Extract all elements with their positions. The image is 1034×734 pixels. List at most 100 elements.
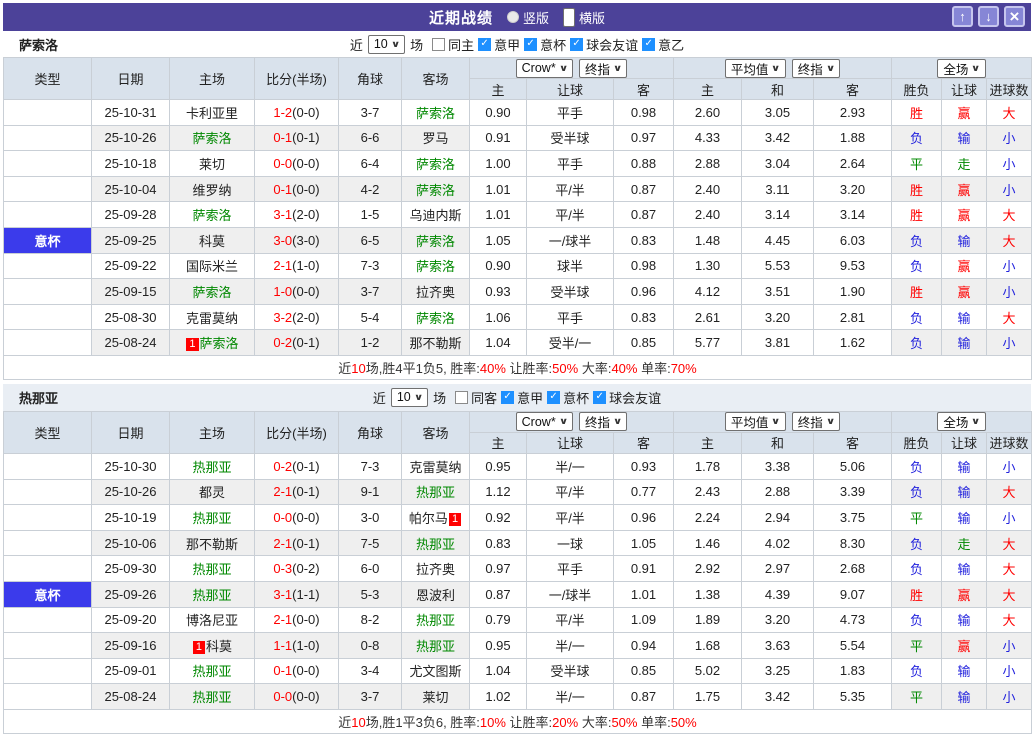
date-cell: 25-09-30 bbox=[91, 555, 170, 582]
summary-segment: 40% bbox=[611, 360, 638, 376]
crow-handicap-cell: 平/半 bbox=[526, 504, 614, 531]
avg-draw-cell: 3.11 bbox=[741, 175, 814, 203]
table-row: 意甲 25-10-19 热那亚 0-0(0-0) 3-0 帕尔马 1 0.92 平/半 0.96 2… bbox=[3, 504, 1033, 531]
handicap-result-cell: 赢 bbox=[941, 278, 987, 305]
goals-result-cell: 大 bbox=[985, 201, 1033, 228]
corner-cell: 0-8 bbox=[338, 632, 402, 659]
team-name: 萨索洛 bbox=[192, 208, 232, 224]
league-type-cell: 意甲 bbox=[3, 303, 92, 331]
move-up-button[interactable]: ↑ bbox=[952, 6, 973, 27]
league-type-cell: 意甲 bbox=[3, 504, 92, 531]
halftime-score: (0-0) bbox=[292, 689, 320, 705]
fulltime-score: 3-1 bbox=[273, 207, 293, 223]
checkbox-icon[interactable]: ✓ bbox=[570, 37, 584, 51]
close-button[interactable]: × bbox=[1004, 6, 1025, 27]
team-name: 克雷莫纳 bbox=[409, 459, 462, 475]
checkbox-icon[interactable]: ✓ bbox=[547, 390, 561, 404]
away-team-cell: 萨索洛 bbox=[401, 226, 470, 254]
bookmaker-select[interactable]: Crow* ∨ bbox=[515, 412, 574, 432]
away-team-cell: 帕尔马 1 bbox=[401, 504, 470, 531]
filter-checkbox[interactable]: ✓ 意杯 bbox=[524, 35, 566, 54]
date-cell: 25-09-25 bbox=[91, 226, 170, 254]
fulltime-score: 2-1 bbox=[273, 484, 293, 500]
score-cell: 2-1(0-1) bbox=[254, 529, 339, 557]
col-header-avg-home: 主 bbox=[673, 78, 742, 100]
checkbox-icon[interactable] bbox=[432, 37, 446, 51]
team-name: 博洛尼亚 bbox=[185, 613, 238, 629]
match-count-select[interactable]: 10 ∨ bbox=[367, 34, 406, 54]
checkbox-icon[interactable] bbox=[455, 390, 469, 404]
home-team-cell: 萨索洛 bbox=[169, 201, 255, 228]
radio-vertical-layout[interactable]: 竖版 bbox=[506, 8, 549, 27]
handicap-result-cell: 输 bbox=[941, 124, 987, 152]
halftime-score: (0-0) bbox=[292, 104, 320, 120]
crow-away-odds-cell: 0.87 bbox=[613, 201, 674, 228]
section-summary: 近10场,胜4平1负5, 胜率:40% 让胜率:50% 大率:40% 单率:70… bbox=[2, 354, 1033, 380]
fulltime-score: 0-0 bbox=[273, 155, 293, 171]
filter-checkbox[interactable]: 同客 bbox=[455, 388, 497, 407]
match-count-select[interactable]: 10 ∨ bbox=[390, 387, 429, 407]
crow-handicap-cell: 平/半 bbox=[526, 606, 614, 634]
checkbox-icon[interactable]: ✓ bbox=[501, 390, 515, 404]
checkbox-icon[interactable]: ✓ bbox=[478, 37, 492, 51]
col-header-crow-away: 客 bbox=[613, 78, 674, 100]
radio-horizontal-layout[interactable]: 横版 bbox=[563, 7, 605, 27]
filter-checkbox[interactable]: ✓ 球会友谊 bbox=[593, 388, 661, 407]
checkbox-icon[interactable]: ✓ bbox=[524, 37, 538, 51]
crow-home-odds-cell: 0.90 bbox=[469, 252, 527, 280]
chevron-down-icon: ∨ bbox=[413, 391, 424, 402]
avg-home-cell: 1.89 bbox=[673, 606, 742, 634]
fulltime-select[interactable]: 全场 ∨ bbox=[937, 412, 986, 432]
col-header-type: 类型 bbox=[3, 57, 92, 100]
team-name: 科莫 bbox=[198, 233, 225, 249]
away-team-cell: 尤文图斯 bbox=[401, 657, 470, 685]
checkbox-label: 同客 bbox=[471, 390, 498, 406]
halftime-score: (0-0) bbox=[292, 612, 320, 628]
date-cell: 25-10-06 bbox=[91, 529, 170, 557]
average-select[interactable]: 平均值 ∨ bbox=[724, 58, 786, 78]
filter-checkbox[interactable]: 同主 bbox=[432, 35, 474, 54]
filter-checkbox[interactable]: ✓ 意甲 bbox=[478, 35, 520, 54]
home-team-cell: 维罗纳 bbox=[169, 175, 255, 203]
final-odds-select[interactable]: 终指 ∨ bbox=[791, 58, 841, 78]
average-select[interactable]: 平均值 ∨ bbox=[724, 412, 786, 432]
team-name: 萨索洛 bbox=[415, 233, 455, 249]
radio-icon[interactable] bbox=[506, 11, 519, 23]
col-header-goals: 进球数 bbox=[985, 431, 1033, 454]
team-name: 热那亚 bbox=[192, 459, 232, 475]
radio-selected-icon[interactable] bbox=[563, 7, 575, 27]
fulltime-score: 2-1 bbox=[273, 535, 293, 551]
filter-checkbox[interactable]: ✓ 球会友谊 bbox=[570, 35, 638, 54]
score-cell: 0-0(0-0) bbox=[254, 150, 339, 177]
col-header-crow-away: 客 bbox=[613, 431, 674, 454]
date-cell: 25-08-24 bbox=[91, 329, 170, 356]
filter-checkbox[interactable]: ✓ 意甲 bbox=[501, 388, 543, 407]
away-team-cell: 拉齐奥 bbox=[401, 278, 470, 305]
final-odds-select[interactable]: 终指 ∨ bbox=[579, 58, 628, 78]
crow-handicap-cell: 平手 bbox=[526, 303, 614, 331]
goals-result-cell: 小 bbox=[985, 329, 1033, 356]
bookmaker-select[interactable]: Crow* ∨ bbox=[515, 58, 574, 78]
final-odds-select[interactable]: 终指 ∨ bbox=[791, 412, 841, 432]
checkbox-icon[interactable]: ✓ bbox=[642, 37, 656, 51]
halftime-score: (3-0) bbox=[292, 232, 320, 248]
filter-checkbox[interactable]: ✓ 意杯 bbox=[547, 388, 589, 407]
avg-away-cell: 9.53 bbox=[813, 252, 892, 280]
col-header-type: 类型 bbox=[3, 410, 92, 454]
final-odds-select[interactable]: 终指 ∨ bbox=[579, 412, 628, 432]
goals-result-cell: 小 bbox=[985, 150, 1033, 177]
home-team-cell: 莱切 bbox=[169, 150, 255, 177]
league-type-cell: 意甲 bbox=[3, 683, 92, 710]
fulltime-select[interactable]: 全场 ∨ bbox=[937, 58, 986, 78]
red-card-badge: 1 bbox=[448, 512, 462, 526]
handicap-group-header: Crow* ∨ 终指 ∨ bbox=[469, 57, 674, 79]
move-down-button[interactable]: ↓ bbox=[978, 6, 999, 27]
result-cell: 胜 bbox=[891, 580, 942, 608]
score-cell: 1-0(0-0) bbox=[254, 278, 339, 305]
date-cell: 25-10-31 bbox=[91, 99, 170, 126]
league-type-cell: 意甲 bbox=[3, 632, 92, 659]
avg-draw-cell: 3.38 bbox=[741, 452, 814, 480]
filter-checkbox[interactable]: ✓ 意乙 bbox=[642, 35, 684, 54]
away-team-cell: 热那亚 bbox=[401, 632, 470, 659]
checkbox-icon[interactable]: ✓ bbox=[593, 390, 607, 404]
